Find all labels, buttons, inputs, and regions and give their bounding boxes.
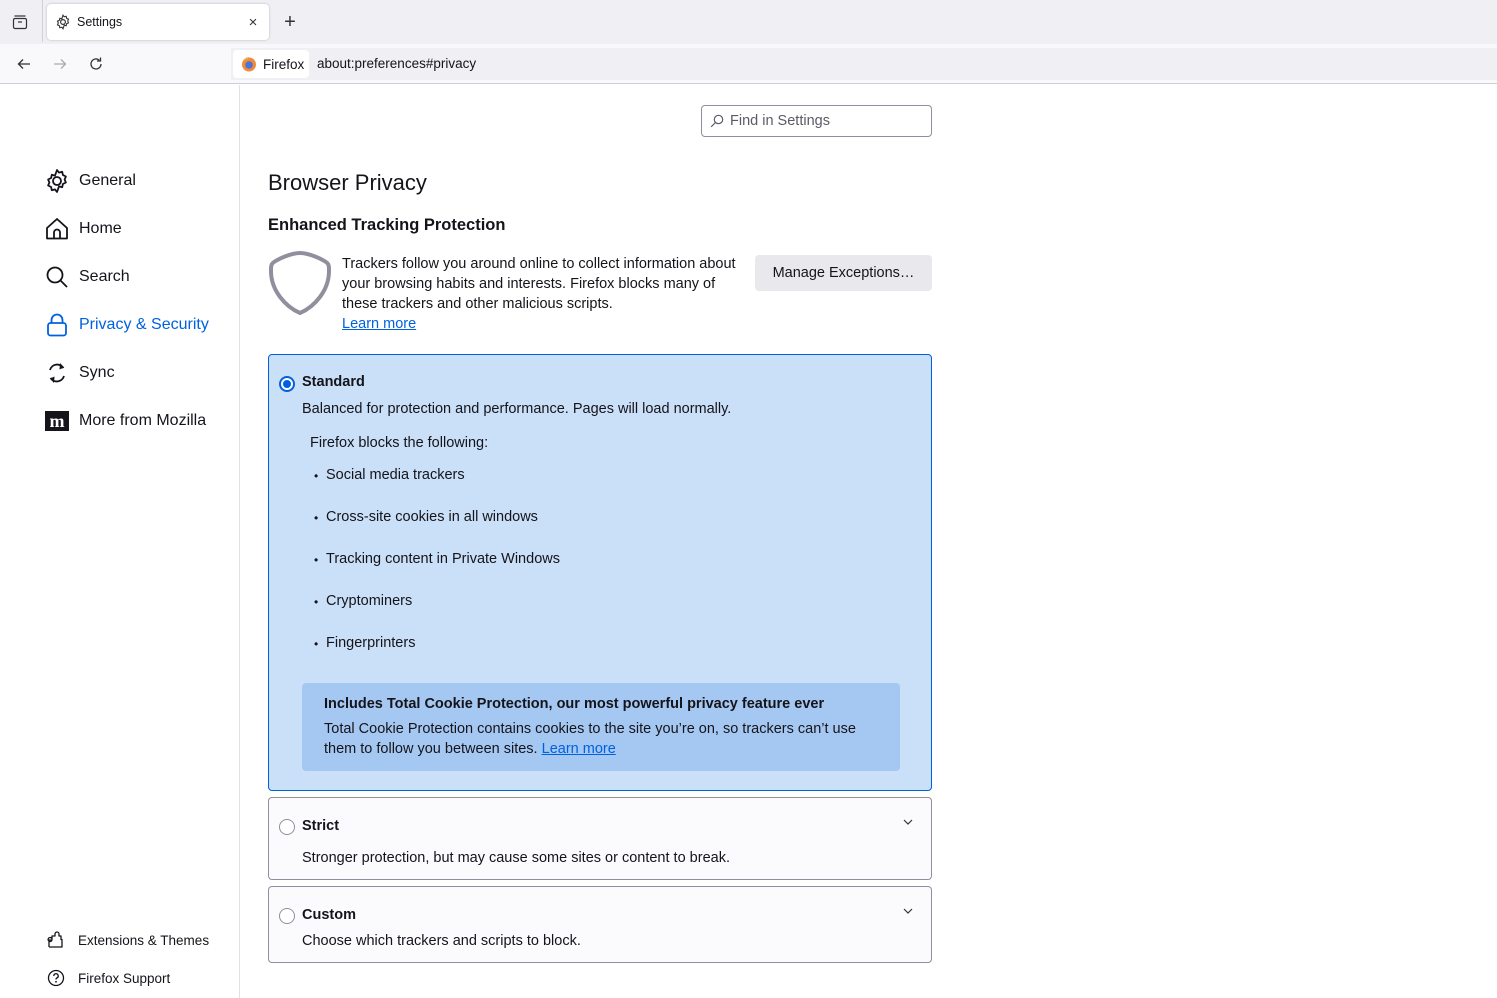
forward-button[interactable]	[46, 50, 74, 78]
bullet-icon: •	[314, 469, 319, 483]
etp-description-text: Trackers follow you around online to col…	[342, 256, 736, 312]
list-item: • Fingerprinters	[314, 633, 560, 675]
reload-button[interactable]	[82, 50, 110, 78]
sidebar-item-label: Privacy & Security	[79, 316, 209, 333]
search-input[interactable]	[730, 113, 920, 129]
sidebar-item-label: Sync	[79, 364, 115, 381]
shield-icon	[269, 251, 331, 315]
mozilla-icon: m	[44, 408, 70, 434]
page-title: Browser Privacy	[268, 170, 427, 195]
svg-text:m: m	[50, 411, 65, 431]
total-cookie-protection-box: Includes Total Cookie Protection, our mo…	[302, 683, 900, 771]
strict-description: Stronger protection, but may cause some …	[302, 850, 730, 866]
new-tab-button[interactable]: +	[278, 10, 302, 34]
bullet-icon: •	[314, 595, 319, 609]
sidebar-item-label: More from Mozilla	[79, 412, 207, 429]
strict-label: Strict	[302, 818, 340, 834]
sidebar-item-privacy[interactable]: Privacy & Security	[44, 305, 209, 345]
url-text[interactable]: about:preferences#privacy	[317, 56, 476, 71]
bullet-icon: •	[314, 511, 319, 525]
list-item-text: Cross-site cookies in all windows	[326, 509, 538, 525]
arrow-left-icon	[17, 59, 30, 69]
custom-radio[interactable]	[279, 908, 295, 924]
chevron-down-icon[interactable]	[901, 904, 915, 918]
tab-list-icon	[12, 15, 28, 30]
manage-exceptions-button[interactable]: Manage Exceptions…	[755, 255, 932, 291]
gear-icon	[44, 168, 70, 194]
identity-label: Firefox	[263, 56, 305, 72]
sidebar-item-label: Search	[79, 268, 130, 285]
tcp-description: Total Cookie Protection contains cookies…	[324, 719, 884, 759]
standard-description: Balanced for protection and performance.…	[302, 401, 732, 417]
standard-option-card[interactable]: Standard Balanced for protection and per…	[268, 354, 932, 791]
custom-label: Custom	[302, 907, 356, 923]
list-item: • Social media trackers	[314, 465, 560, 507]
standard-label: Standard	[302, 374, 365, 390]
sidebar-item-label: Home	[79, 220, 122, 237]
tcp-title: Includes Total Cookie Protection, our mo…	[324, 696, 825, 712]
firefox-logo-icon	[242, 57, 256, 72]
find-in-settings[interactable]	[701, 105, 932, 137]
list-item-text: Tracking content in Private Windows	[326, 551, 560, 567]
navigation-toolbar: Firefox about:preferences#privacy	[0, 44, 1497, 84]
section-title: Enhanced Tracking Protection	[268, 216, 506, 234]
etp-description: Trackers follow you around online to col…	[342, 254, 742, 334]
settings-sidebar: General Home Search Privacy & Security S…	[0, 85, 240, 998]
tab-separator	[42, 0, 43, 42]
strict-radio[interactable]	[279, 819, 295, 835]
search-icon	[44, 264, 70, 290]
footer-item-label: Extensions & Themes	[78, 932, 210, 948]
sidebar-item-search[interactable]: Search	[44, 257, 130, 297]
puzzle-icon	[46, 930, 66, 950]
blocked-items-list: • Social media trackers • Cross-site cooki…	[314, 465, 560, 675]
chevron-down-icon[interactable]	[901, 815, 915, 829]
tab-title: Settings	[77, 15, 123, 29]
back-button[interactable]	[10, 50, 38, 78]
standard-radio[interactable]	[279, 376, 295, 392]
sidebar-item-general[interactable]: General	[44, 161, 136, 201]
tab-strip: Settings × +	[0, 0, 1497, 44]
list-item-text: Cryptominers	[326, 593, 413, 609]
identity-box[interactable]: Firefox	[233, 50, 309, 78]
list-item-text: Social media trackers	[326, 467, 465, 483]
home-icon	[44, 216, 70, 242]
footer-item-label: Firefox Support	[78, 970, 171, 986]
tcp-learn-more-link[interactable]: Learn more	[542, 741, 616, 757]
gear-icon	[55, 14, 71, 30]
list-item: • Cross-site cookies in all windows	[314, 507, 560, 549]
search-icon	[710, 114, 724, 128]
sidebar-item-more-from-mozilla[interactable]: m More from Mozilla	[44, 401, 206, 441]
list-item: • Tracking content in Private Windows	[314, 549, 560, 591]
sidebar-item-home[interactable]: Home	[44, 209, 122, 249]
url-bar[interactable]: Firefox about:preferences#privacy	[231, 48, 1497, 80]
tab-overview-button[interactable]	[6, 8, 34, 36]
learn-more-link[interactable]: Learn more	[342, 316, 416, 332]
tab-settings[interactable]: Settings ×	[47, 4, 269, 40]
help-icon	[46, 968, 66, 988]
bullet-icon: •	[314, 637, 319, 651]
strict-option-card[interactable]: Strict Stronger protection, but may caus…	[268, 797, 932, 880]
sidebar-firefox-support[interactable]: Firefox Support	[46, 963, 170, 993]
sidebar-item-sync[interactable]: Sync	[44, 353, 115, 393]
arrow-right-icon	[54, 59, 67, 69]
custom-description: Choose which trackers and scripts to blo…	[302, 933, 581, 949]
bullet-icon: •	[314, 553, 319, 567]
sidebar-extensions-themes[interactable]: Extensions & Themes	[46, 925, 209, 955]
list-item: • Cryptominers	[314, 591, 560, 633]
blocks-title: Firefox blocks the following:	[310, 435, 489, 451]
sidebar-item-label: General	[79, 172, 136, 189]
custom-option-card[interactable]: Custom Choose which trackers and scripts…	[268, 886, 932, 963]
list-item-text: Fingerprinters	[326, 635, 416, 651]
lock-icon	[44, 312, 70, 338]
close-tab-button[interactable]: ×	[241, 10, 265, 34]
sync-icon	[44, 360, 70, 386]
reload-icon	[90, 57, 102, 70]
